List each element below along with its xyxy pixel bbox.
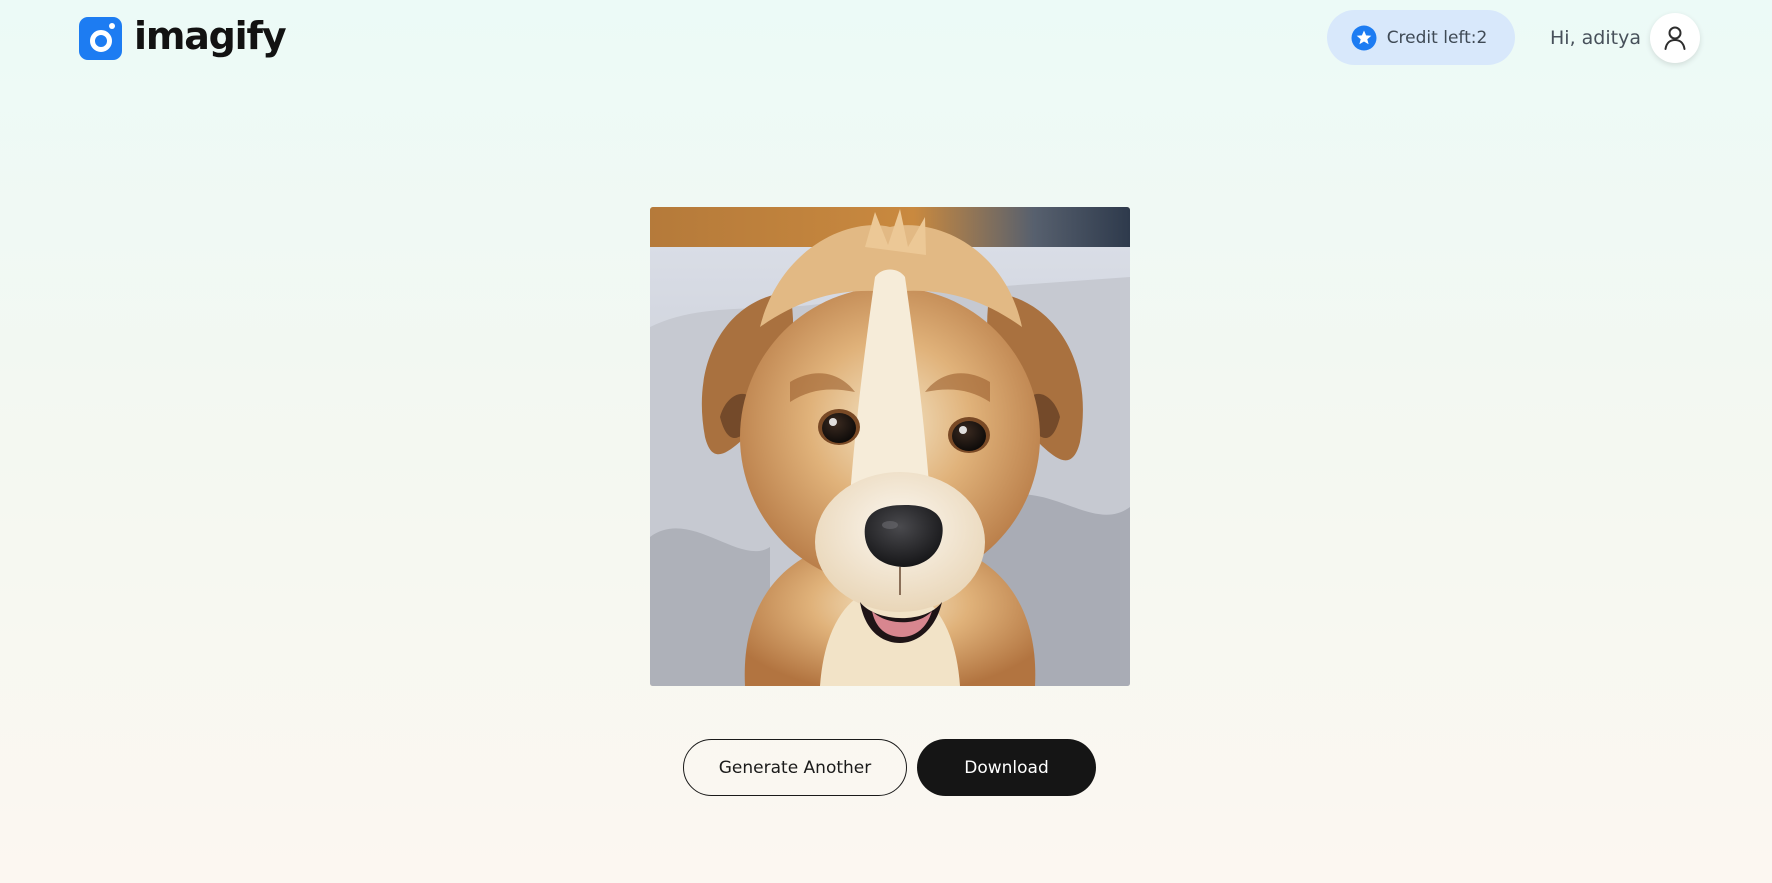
generate-another-button[interactable]: Generate Another [683, 739, 907, 796]
user-avatar-button[interactable] [1650, 13, 1700, 63]
star-badge-icon [1351, 25, 1377, 50]
generated-image [650, 207, 1130, 686]
user-icon [1664, 26, 1686, 50]
credits-button[interactable]: Credit left:2 [1327, 10, 1515, 65]
imagify-logo-icon [79, 16, 122, 60]
brand-name: imagify [134, 14, 287, 58]
brand-logo[interactable]: imagify [79, 14, 287, 60]
user-greeting: Hi, aditya [1550, 27, 1641, 49]
credits-remaining: Credit left:2 [1386, 27, 1488, 48]
download-button[interactable]: Download [917, 739, 1096, 796]
